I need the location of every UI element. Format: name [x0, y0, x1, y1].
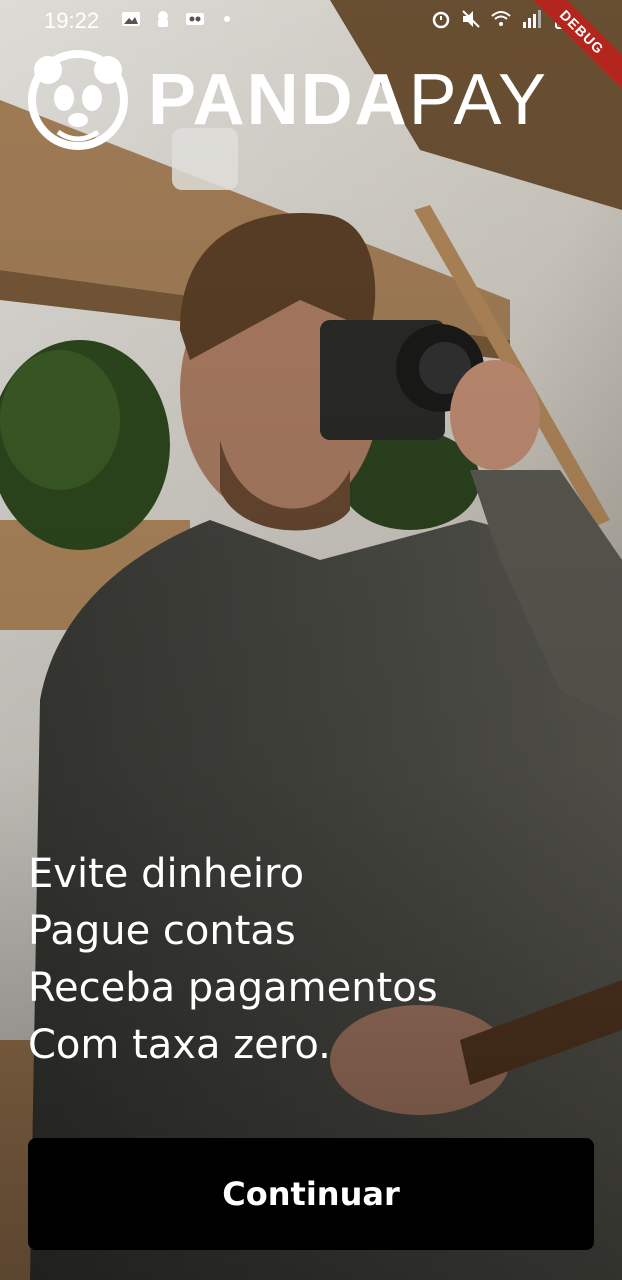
brand-name-light: PAY — [408, 60, 549, 140]
voicemail-icon — [186, 13, 204, 25]
tagline-item: Pague contas — [28, 908, 296, 954]
brand-name-bold: PANDA — [148, 60, 409, 140]
status-time: 19:22 — [44, 8, 100, 33]
alarm-icon — [432, 11, 450, 29]
gallery-icon — [122, 12, 140, 26]
status-notifications — [120, 8, 238, 30]
tagline-list: Evite dinheiro Pague contas Receba pagam… — [28, 846, 438, 1074]
background-photo — [0, 0, 622, 1280]
tagline-item: Com taxa zero. — [28, 1022, 331, 1068]
tagline-item: Evite dinheiro — [28, 851, 305, 897]
mute-icon — [462, 10, 480, 28]
brand-name: PANDAPAY — [148, 64, 548, 136]
brand-header: PANDAPAY — [28, 50, 548, 150]
signal-icon — [523, 10, 541, 28]
dot-icon — [224, 16, 230, 22]
tagline-item: Receba pagamentos — [28, 965, 438, 1011]
panda-logo-icon — [28, 50, 128, 150]
android-notification-icon — [158, 11, 168, 27]
wifi-icon — [491, 11, 511, 26]
status-bar: 19:22 — [0, 0, 622, 42]
continue-button[interactable]: Continuar — [28, 1138, 594, 1250]
